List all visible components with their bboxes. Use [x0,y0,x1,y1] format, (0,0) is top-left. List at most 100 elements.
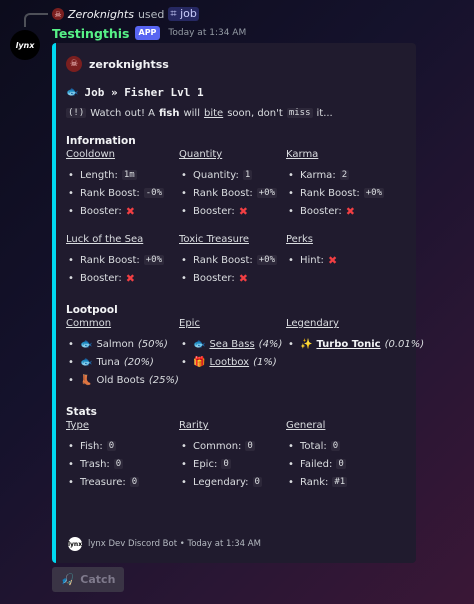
fish-icon: 🐟 [80,338,93,350]
stats-title: Stats [66,406,97,418]
catch-button[interactable]: 🎣 Catch [52,567,124,592]
cross-icon: ✖ [345,204,355,218]
list-item: • Legendary: 0 [181,476,262,488]
cross-icon: ✖ [238,204,248,218]
common-label: Common: [193,440,242,452]
fish-icon: 🐟 [193,338,206,350]
reply-reference[interactable]: ☠ Zeroknights used ⌗ job [52,6,199,22]
rank-label: Rank: [300,476,329,488]
booster-label: Booster: [80,272,122,284]
rank-boost-value: +0% [363,188,385,198]
rank-boost-value: +0% [256,188,278,198]
list-item: • Trash: 0 [68,458,124,470]
total-label: Total: [300,440,327,452]
fish-label: Fish: [80,440,103,452]
boots-name: Old Boots [96,374,145,386]
rank-boost-label: Rank Boost: [300,187,360,199]
desc-bite: bite [203,107,224,119]
rank-boost-label: Rank Boost: [193,187,253,199]
message-header: Testingthis APP Today at 1:34 AM [52,25,246,41]
lootpool-title: Lootpool [66,304,118,316]
failed-label: Failed: [300,458,333,470]
list-item: • 👢 Old Boots (25%) [68,374,179,386]
cooldown-head: Cooldown [66,149,115,160]
quantity-column: Quantity • Quantity: 1 • Rank Boost: +0% • Bo… [179,149,283,220]
tuna-name: Tuna [96,356,120,368]
gift-icon: 🎁 [193,356,206,368]
rank-boost-value: +0% [143,255,165,265]
karma-head: Karma [286,149,319,160]
epic-label: Epic: [193,458,218,470]
legendary-head: Legendary [286,318,339,329]
bot-name[interactable]: Testingthis [52,26,130,41]
booster-label: Booster: [193,205,235,217]
desc-t4: it... [316,107,333,119]
common-value: 0 [245,441,255,451]
embed-title: 🐟 Job » Fisher Lvl 1 [66,83,404,101]
list-item: • Rank Boost: +0% [288,187,385,199]
booster-label: Booster: [193,272,235,284]
list-item: • Total: 0 [288,440,341,452]
information-grid: Cooldown • Length: 1m • Rank Boost: -0% • Boo… [66,149,404,220]
perks-head: Perks [286,234,313,245]
fish-value: 0 [106,441,117,451]
cross-icon: ✖ [125,204,135,218]
quantity-value: 1 [242,170,253,180]
list-item: • Rank Boost: +0% [181,187,278,199]
salmon-pct: (50%) [137,338,168,350]
type-column: Type • Fish: 0 • Trash: 0 • Treasure: 0 [66,420,176,491]
karma-value: 2 [339,170,350,180]
app-badge: APP [134,26,161,40]
cross-icon: ✖ [327,253,338,267]
hint-label: Hint: [300,254,324,266]
list-item: • Booster: ✖ [68,204,135,218]
epic-value: 0 [221,459,231,469]
list-item: • Karma: 2 [288,169,350,181]
fishing-rod-icon: 🎣 [60,573,75,586]
information-title: Information [66,135,136,147]
lootbox-pct: (1%) [253,356,277,368]
lootbox-link[interactable]: Lootbox [209,357,249,368]
desc-t2: will [183,107,200,119]
list-item: • Booster: ✖ [288,204,355,218]
trash-label: Trash: [80,458,110,470]
fish-icon: 🐟 [66,86,79,98]
tonic-pct: (0.01%) [384,338,425,350]
list-item: • Rank: #1 [288,476,348,488]
bot-avatar[interactable]: lynx [10,30,40,60]
total-value: 0 [330,441,341,451]
general-head: General [286,420,326,431]
list-item: • Booster: ✖ [181,204,248,218]
perks-column: Perks • Hint: ✖ [286,234,396,287]
boot-icon: 👢 [80,374,93,386]
list-item: • Hint: ✖ [288,253,338,267]
message-timestamp: Today at 1:34 AM [168,28,247,38]
reply-used-text: used [137,7,165,21]
quantity-head: Quantity [179,149,223,160]
footer-icon: lynx [68,537,82,551]
rank-boost-label: Rank Boost: [80,187,140,199]
list-item: • Epic: 0 [181,458,231,470]
rarity-column: Rarity • Common: 0 • Epic: 0 • Legendary: 0 [179,420,283,491]
rank-boost-value: -0% [143,188,165,198]
embed-description: (!) Watch out! A fish will bite soon, do… [66,105,404,121]
desc-prefix: (!) [66,108,87,118]
turbo-tonic-link[interactable]: Turbo Tonic [316,339,380,350]
epic-column: Epic • 🐟 Sea Bass (4%) • 🎁 Lootbox (1%) [179,318,283,389]
desc-t1: Watch out! A [90,107,155,119]
rank-boost-value: +0% [256,255,278,265]
list-item: • 🐟 Salmon (50%) [68,338,168,350]
command-mention[interactable]: ⌗ job [168,7,199,21]
treasure-label: Treasure: [80,476,126,488]
list-item: • ✨ Turbo Tonic (0.01%) [288,338,425,350]
list-item: • Failed: 0 [288,458,346,470]
bass-pct: (4%) [258,338,283,350]
sea-bass-link[interactable]: Sea Bass [209,339,254,350]
cooldown-column: Cooldown • Length: 1m • Rank Boost: -0% • Boo… [66,149,176,220]
embed-title-text: Job » Fisher Lvl 1 [84,85,204,99]
reply-username[interactable]: Zeroknights [68,8,134,21]
list-item: • Common: 0 [181,440,255,452]
list-item: • Rank Boost: +0% [181,254,278,266]
legendary-label: Legendary: [193,476,249,488]
command-name: job [180,7,197,20]
